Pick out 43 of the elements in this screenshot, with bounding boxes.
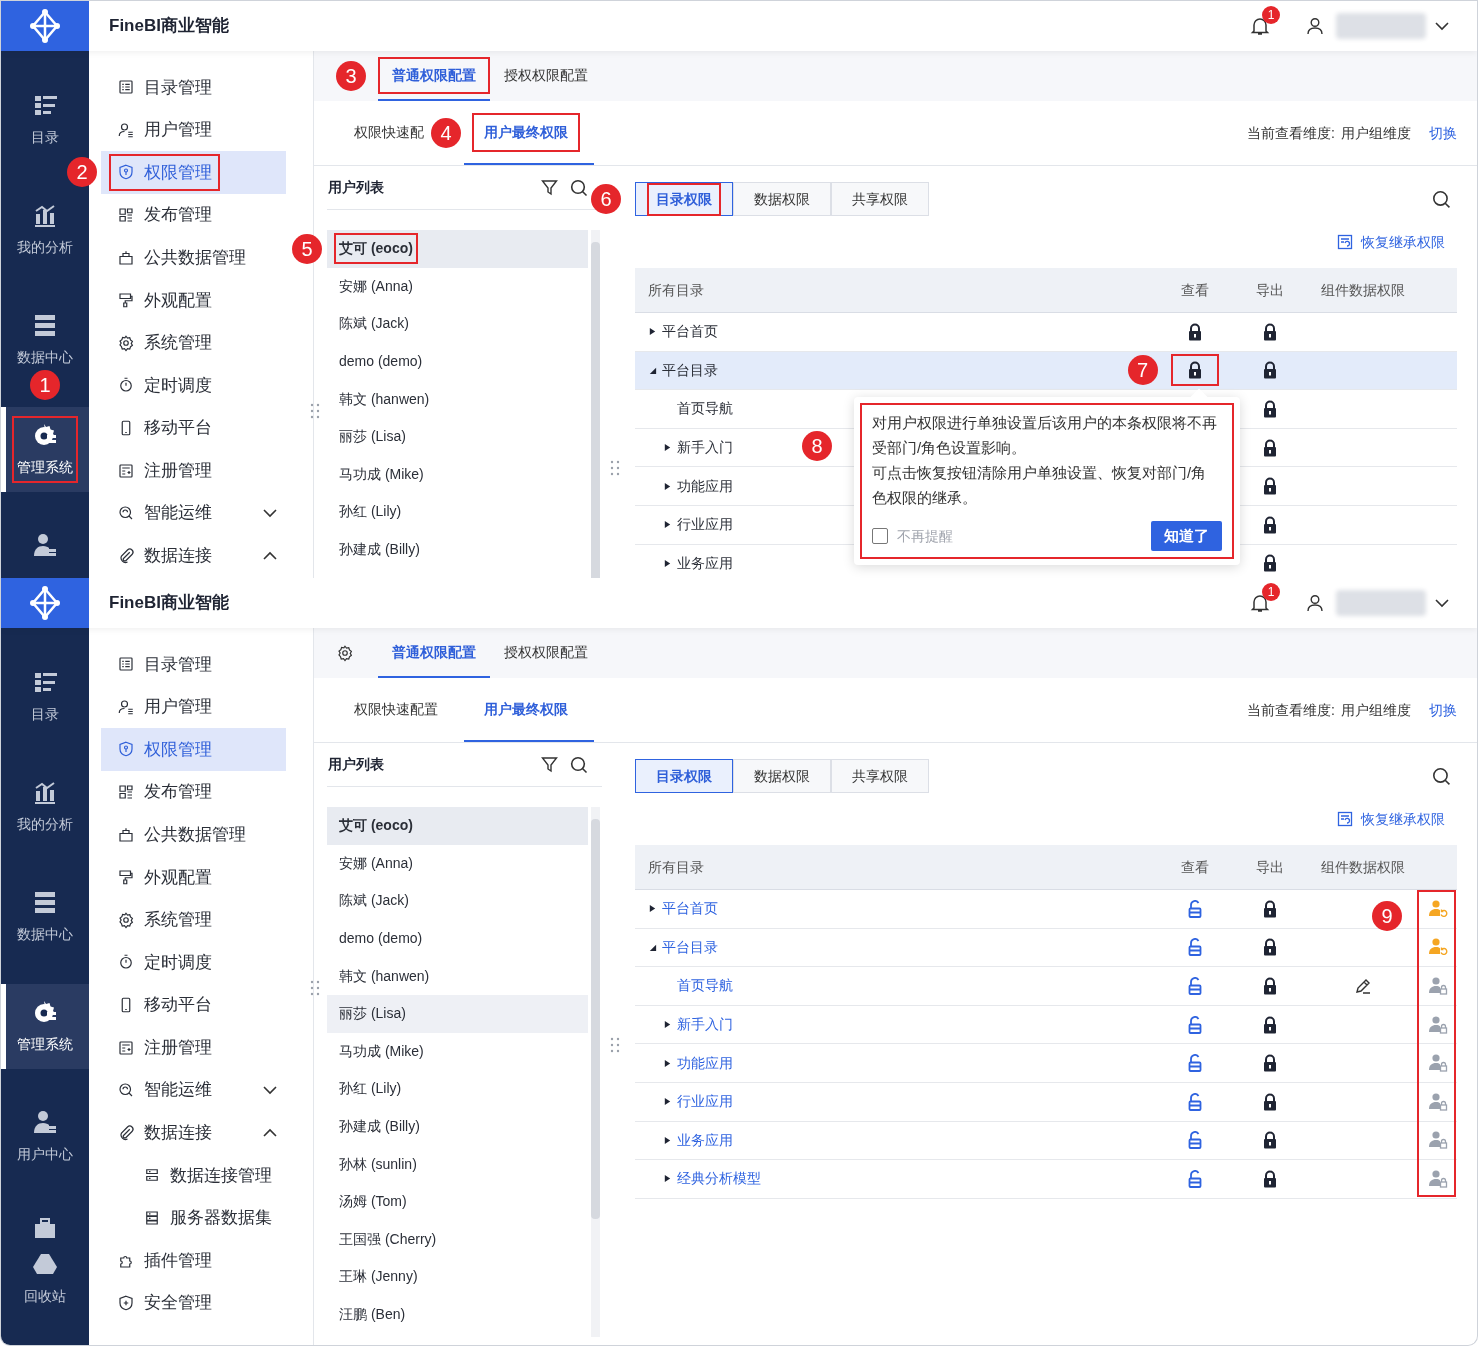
user-list-title: 用户列表 <box>328 755 384 774</box>
column-header: 查看 <box>1179 857 1210 877</box>
column-header: 导出 <box>1254 280 1285 300</box>
notification-badge: 1 <box>1262 583 1280 601</box>
column-header: 组件数据权限 <box>1320 280 1406 300</box>
dimension-label: 当前查看维度: <box>1247 123 1335 143</box>
column-header: 所有目录 <box>647 857 705 877</box>
directory-name: 平台目录 <box>662 360 718 380</box>
directory-name: 平台首页 <box>662 899 718 919</box>
directory-name: 首页导航 <box>677 399 733 419</box>
directory-name: 业务应用 <box>677 553 733 573</box>
directory-name: 平台首页 <box>662 322 718 342</box>
directory-name: 经典分析模型 <box>677 1169 761 1189</box>
app-title: FineBI商业智能 <box>109 592 229 615</box>
directory-name: 新手入门 <box>677 1015 733 1035</box>
callout-number: 7 <box>1127 355 1158 386</box>
column-header: 查看 <box>1179 280 1210 300</box>
directory-name: 新手入门 <box>677 438 733 458</box>
callout-number: 6 <box>591 184 621 214</box>
callout-number: 2 <box>67 157 97 188</box>
callout-number: 4 <box>431 118 461 148</box>
tooltip-text: 对用户权限进行单独设置后该用户的本条权限将不再受部门/角色设置影响。 <box>872 413 1218 458</box>
callout-number: 3 <box>336 61 366 91</box>
directory-name: 平台目录 <box>662 937 718 957</box>
directory-name: 行业应用 <box>677 515 733 535</box>
directory-name: 功能应用 <box>677 476 733 496</box>
checkbox-label: 不再提醒 <box>897 526 953 546</box>
dimension-value: 用户组维度 <box>1341 123 1411 143</box>
callout-number: 5 <box>292 233 322 264</box>
column-header: 所有目录 <box>647 280 705 300</box>
dimension-value: 用户组维度 <box>1341 700 1411 720</box>
column-header: 组件数据权限 <box>1320 857 1406 877</box>
user-list-title: 用户列表 <box>328 178 384 197</box>
directory-name: 功能应用 <box>677 1053 733 1073</box>
dimension-label: 当前查看维度: <box>1247 700 1335 720</box>
callout-number: 1 <box>30 370 60 400</box>
column-header: 导出 <box>1254 857 1285 877</box>
app-title: FineBI商业智能 <box>109 15 229 38</box>
directory-name: 业务应用 <box>677 1130 733 1150</box>
directory-name: 首页导航 <box>677 976 733 996</box>
tooltip-text: 可点击恢复按钮清除用户单独设置、恢复对部门/角色权限的继承。 <box>872 463 1208 508</box>
notification-badge: 1 <box>1262 6 1280 24</box>
directory-name: 行业应用 <box>677 1092 733 1112</box>
